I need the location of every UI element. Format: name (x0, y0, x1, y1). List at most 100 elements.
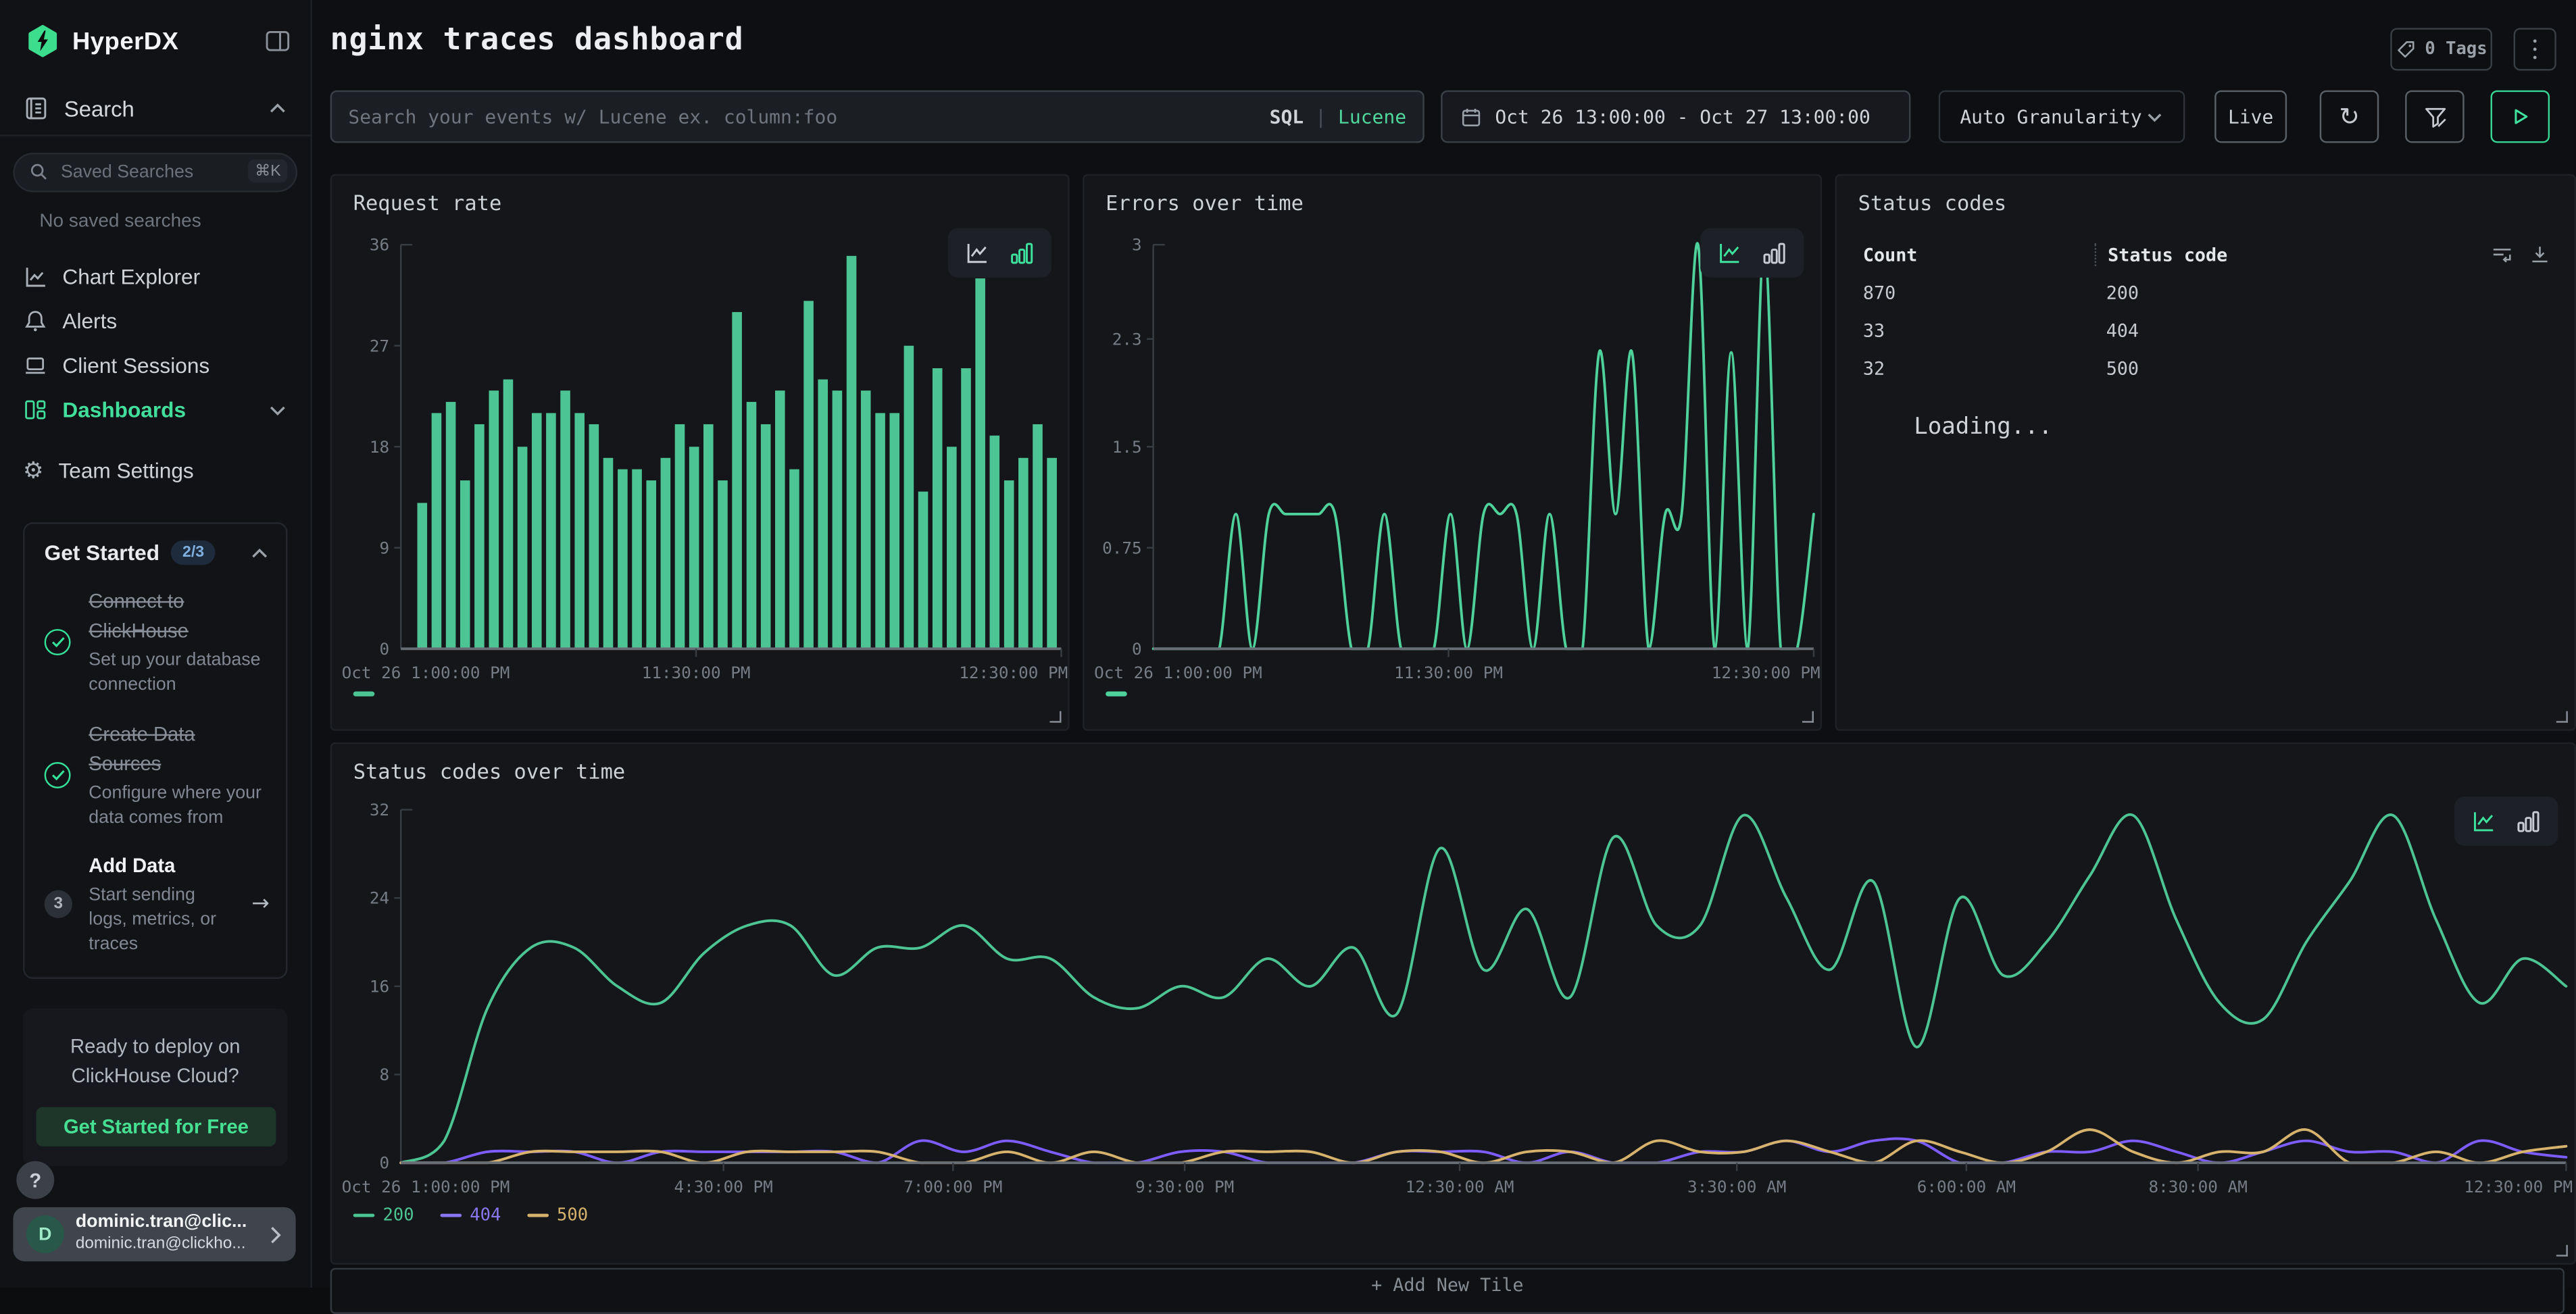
legend-item (353, 692, 375, 696)
get-started-step-add-data[interactable]: 3 Add Data Start sending logs, metrics, … (45, 851, 270, 957)
live-button[interactable]: Live (2214, 91, 2287, 143)
more-menu-button[interactable] (2514, 28, 2556, 70)
lucene-mode-button[interactable]: Lucene (1338, 105, 1406, 128)
sort-icon[interactable] (2491, 243, 2514, 266)
line-chart-icon[interactable] (2473, 810, 2497, 833)
legend-item[interactable]: 500 (527, 1205, 588, 1225)
chart-type-toggle (948, 228, 1051, 278)
get-started-free-button[interactable]: Get Started for Free (36, 1107, 276, 1146)
dashboards-icon (23, 397, 47, 422)
svg-text:9: 9 (380, 538, 390, 557)
granularity-select[interactable]: Auto Granularity (1939, 91, 2185, 143)
page-title: nginx traces dashboard (330, 23, 744, 57)
date-range-picker[interactable]: Oct 26 13:00:00 - Oct 27 13:00:00 (1441, 91, 1910, 143)
column-header-count[interactable]: Count (1863, 244, 2095, 266)
request-rate-chart[interactable]: 09182736Oct 26 1:00:00 PM11:30:00 PM12:3… (332, 225, 1071, 705)
user-menu[interactable]: D dominic.tran@clic... dominic.tran@clic… (13, 1207, 295, 1261)
column-divider[interactable] (2095, 243, 2096, 266)
sidebar-item-alerts[interactable]: Alerts (0, 299, 310, 343)
status-codes-over-time-chart[interactable]: 08162432Oct 26 1:00:00 PM4:30:00 PM7:00:… (332, 790, 2576, 1204)
run-query-button[interactable] (2491, 91, 2550, 143)
tags-label: 0 Tags (2425, 39, 2487, 59)
legend-item[interactable]: 404 (440, 1205, 501, 1225)
errors-chart[interactable]: 00.751.52.33Oct 26 1:00:00 PM11:30:00 PM… (1085, 225, 1824, 705)
sidebar-item-chart-explorer[interactable]: Chart Explorer (0, 255, 310, 299)
svg-text:4:30:00 PM: 4:30:00 PM (674, 1177, 772, 1196)
loading-label: Loading... (1914, 414, 2052, 440)
line-chart-icon[interactable] (966, 241, 990, 264)
chart-legend (353, 692, 375, 696)
get-started-step-sources[interactable]: Create Data Sources Configure where your… (45, 719, 270, 830)
sidebar-collapse-button[interactable] (264, 28, 291, 54)
saved-searches-box: ⌘K (13, 153, 297, 192)
svg-text:27: 27 (370, 336, 389, 355)
hyperdx-logo-icon (26, 24, 59, 57)
event-search-input[interactable] (332, 105, 1270, 128)
bar-chart-icon[interactable] (2517, 810, 2540, 833)
sidebar-item-team-settings[interactable]: ⚙ Team Settings (0, 449, 310, 493)
table-row[interactable]: 870200 (1863, 274, 2552, 312)
svg-text:1.5: 1.5 (1112, 437, 1142, 457)
svg-text:0: 0 (380, 1153, 390, 1173)
resize-handle[interactable] (1049, 711, 1061, 723)
refresh-button[interactable]: ↻ (2320, 91, 2379, 143)
chart-legend (1106, 692, 1127, 696)
play-icon (2508, 105, 2531, 128)
step-title: Add Data (89, 855, 175, 878)
refresh-icon: ↻ (2339, 104, 2360, 128)
step-title: Create Data Sources (89, 722, 195, 775)
gear-icon: ⚙ (23, 459, 44, 482)
get-started-step-connect[interactable]: Connect to ClickHouse Set up your databa… (45, 586, 270, 698)
sidebar-item-client-sessions[interactable]: Client Sessions (0, 343, 310, 388)
nav-label: Dashboards (62, 397, 186, 422)
resize-handle[interactable] (2556, 711, 2568, 723)
table-row[interactable]: 33404 (1863, 312, 2552, 350)
svg-text:24: 24 (370, 888, 389, 908)
chevron-up-icon[interactable] (268, 100, 287, 116)
chevron-right-icon (268, 1224, 282, 1244)
user-name: dominic.tran@clic... (76, 1213, 256, 1235)
svg-text:0: 0 (1132, 639, 1142, 659)
clickhouse-cloud-promo: Ready to deploy on ClickHouse Cloud? Get… (23, 1008, 287, 1165)
resize-handle[interactable] (2556, 1245, 2568, 1257)
svg-text:9:30:00 PM: 9:30:00 PM (1135, 1177, 1234, 1196)
search-section-icon (23, 95, 49, 122)
app-window: HyperDX Search ⌘K No saved searches (0, 0, 2576, 1288)
add-new-tile-button[interactable]: + Add New Tile (330, 1268, 2565, 1314)
get-started-title: Get Started (45, 540, 159, 565)
tile-request-rate: Request rate 09182736Oct 26 1:00:00 PM11… (330, 174, 1070, 731)
no-saved-searches-label: No saved searches (0, 192, 310, 241)
chart-explorer-icon (23, 264, 47, 288)
logo-row: HyperDX (0, 0, 310, 82)
download-icon[interactable] (2528, 243, 2551, 266)
chevron-down-icon (2146, 109, 2164, 124)
column-header-status-code[interactable]: Status code (2108, 244, 2227, 266)
sidebar-item-dashboards[interactable]: Dashboards (0, 388, 310, 432)
svg-text:Oct 26 1:00:00 PM: Oct 26 1:00:00 PM (342, 663, 510, 682)
sql-mode-button[interactable]: SQL (1270, 105, 1304, 128)
filter-button[interactable] (2405, 91, 2464, 143)
table-row[interactable]: 32500 (1863, 350, 2552, 388)
legend-item[interactable]: 200 (353, 1205, 414, 1225)
search-icon (28, 161, 49, 182)
tag-icon (2396, 39, 2417, 60)
resize-handle[interactable] (1802, 711, 1814, 723)
promo-line1: Ready to deploy on (70, 1034, 240, 1057)
sidebar-item-search[interactable]: Search (0, 82, 310, 136)
bar-chart-icon[interactable] (1763, 241, 1786, 264)
line-chart-icon[interactable] (1718, 241, 1743, 264)
step-subtitle: Configure where your data comes from (89, 781, 269, 830)
svg-text:32: 32 (370, 800, 389, 819)
nav-label: Team Settings (58, 458, 193, 482)
chevron-up-icon[interactable] (250, 545, 270, 561)
help-button[interactable]: ? (16, 1161, 54, 1199)
search-section-label: Search (64, 96, 134, 120)
svg-text:36: 36 (370, 235, 389, 255)
tags-button[interactable]: 0 Tags (2390, 28, 2492, 70)
svg-text:16: 16 (370, 976, 389, 996)
bar-chart-icon[interactable] (1010, 241, 1033, 264)
app-name: HyperDX (72, 27, 264, 55)
sidebar: HyperDX Search ⌘K No saved searches (0, 0, 312, 1288)
svg-text:11:30:00 PM: 11:30:00 PM (1394, 663, 1503, 682)
svg-text:12:30:00 PM: 12:30:00 PM (959, 663, 1068, 682)
